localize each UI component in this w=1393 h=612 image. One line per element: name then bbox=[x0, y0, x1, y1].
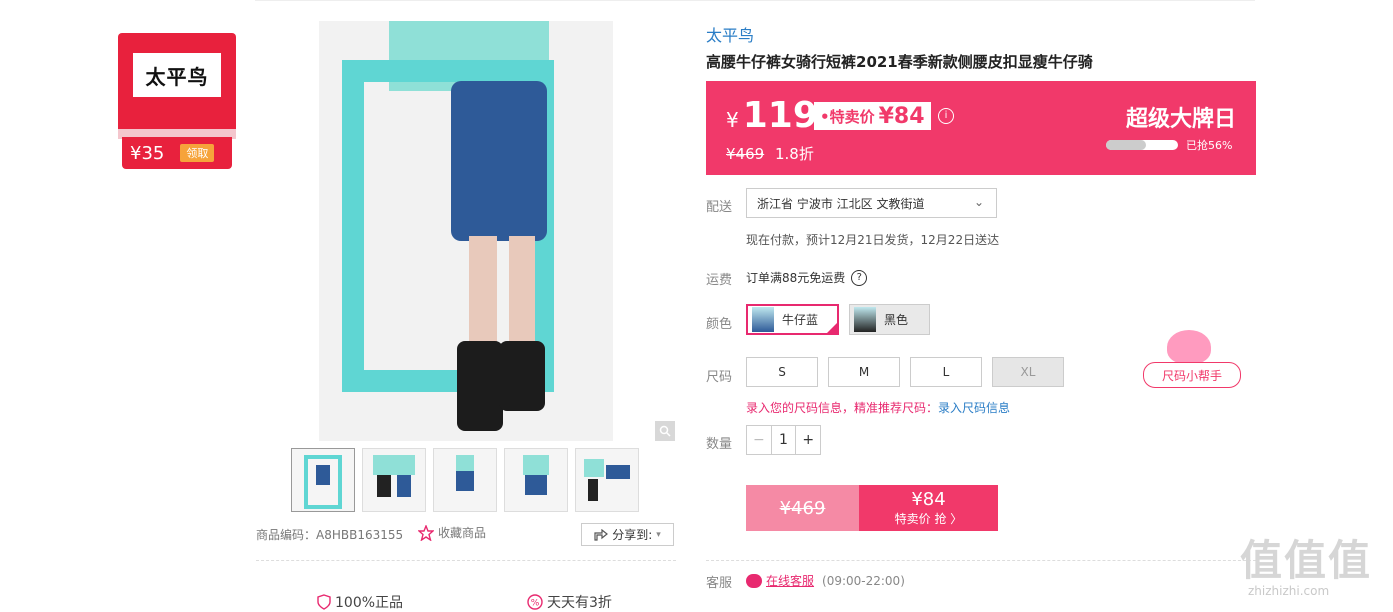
divider bbox=[256, 560, 676, 561]
product-main-image[interactable] bbox=[319, 21, 613, 441]
size-option-l[interactable]: L bbox=[910, 357, 982, 387]
guarantee-discount: % 天天有3折 bbox=[527, 592, 612, 612]
info-icon[interactable]: i bbox=[938, 108, 954, 124]
special-price-label: •特卖价 bbox=[820, 107, 875, 126]
service-hours: (09:00-22:00) bbox=[822, 573, 905, 588]
svg-text:%: % bbox=[531, 599, 540, 609]
color-option-denim-blue[interactable]: 牛仔蓝 ✓ bbox=[746, 304, 849, 335]
coupon-brand-logo: 太平鸟 bbox=[133, 53, 221, 97]
size-helper[interactable]: 尺码小帮手 bbox=[1143, 330, 1241, 388]
product-title: 高腰牛仔裤女骑行短裤2021春季新款侧腰皮扣显瘦牛仔骑 bbox=[706, 53, 1093, 71]
thumbnail-5[interactable] bbox=[575, 448, 639, 512]
thumbnail-strip bbox=[291, 448, 641, 512]
buy-special-price: ¥84 bbox=[911, 489, 946, 510]
star-icon bbox=[418, 524, 434, 541]
thumbnail-4[interactable] bbox=[504, 448, 568, 512]
favorite-label: 收藏商品 bbox=[438, 526, 487, 540]
size-option-m[interactable]: M bbox=[828, 357, 900, 387]
quantity-label: 数量 bbox=[706, 437, 733, 452]
color-swatch bbox=[854, 307, 876, 332]
thumbnail-2[interactable] bbox=[362, 448, 426, 512]
size-option-s[interactable]: S bbox=[746, 357, 818, 387]
watermark-logo: 值值值 bbox=[1240, 536, 1373, 585]
size-helper-label: 尺码小帮手 bbox=[1143, 362, 1241, 388]
guarantee-discount-label: 天天有3折 bbox=[547, 595, 612, 611]
shield-icon bbox=[317, 594, 331, 610]
selected-check-icon: ✓ bbox=[826, 322, 849, 335]
sold-progress-fill bbox=[1106, 140, 1147, 150]
original-price-button[interactable]: ¥469 bbox=[746, 485, 859, 531]
magnifier-icon[interactable] bbox=[655, 421, 675, 441]
quantity-decrease-button[interactable]: − bbox=[747, 426, 772, 454]
original-price-line: ¥469 1.8折 bbox=[726, 143, 814, 164]
chevron-down-icon: ▾ bbox=[656, 529, 661, 540]
current-price: ¥ 119 bbox=[726, 95, 818, 136]
color-swatch bbox=[752, 307, 774, 332]
quantity-stepper: − 1 + bbox=[746, 425, 821, 455]
color-label: 颜色 bbox=[706, 317, 733, 332]
quantity-increase-button[interactable]: + bbox=[795, 426, 820, 454]
buy-special-text: 特卖价 抢 〉 bbox=[894, 512, 963, 526]
favorite-button[interactable]: 收藏商品 bbox=[418, 524, 486, 541]
buy-original-price: ¥469 bbox=[779, 497, 826, 519]
share-icon bbox=[594, 528, 609, 541]
guarantee-authentic-label: 100%正品 bbox=[335, 595, 404, 611]
sold-progress-bar bbox=[1106, 140, 1178, 150]
fee-label: 运费 bbox=[706, 273, 733, 288]
discount-rate: 1.8折 bbox=[774, 145, 814, 163]
thumbnail-1[interactable] bbox=[291, 448, 355, 512]
fee-text: 订单满88元免运费 bbox=[746, 271, 846, 285]
coupon-footer: ¥35 领取 bbox=[122, 137, 232, 169]
guarantee-authentic: 100%正品 bbox=[317, 592, 403, 612]
currency-symbol: ¥ bbox=[726, 108, 739, 132]
shipping-label: 配送 bbox=[706, 200, 733, 215]
coupon-amount: ¥35 bbox=[130, 142, 165, 164]
address-value: 浙江省 宁波市 江北区 文教街道 bbox=[757, 196, 925, 211]
site-watermark: 值值值 zhizhizhi.com bbox=[1240, 527, 1390, 607]
price-banner: ¥ 119 •特卖价 ¥84 i ¥469 1.8折 超级大牌日 已抢56% bbox=[706, 81, 1256, 175]
color-option-label: 牛仔蓝 bbox=[782, 313, 819, 327]
address-select[interactable]: 浙江省 宁波市 江北区 文教街道 ⌄ bbox=[746, 188, 997, 218]
online-service-link[interactable]: 在线客服 bbox=[766, 572, 814, 589]
original-price: ¥469 bbox=[726, 145, 765, 163]
help-icon[interactable]: ? bbox=[851, 269, 868, 286]
percent-icon: % bbox=[527, 594, 543, 610]
color-option-label: 黑色 bbox=[884, 313, 909, 327]
buy-special-button[interactable]: ¥84 特卖价 抢 〉 bbox=[859, 485, 998, 531]
current-price-value: 119 bbox=[742, 95, 818, 136]
coupon-claim-button[interactable]: 领取 bbox=[180, 144, 215, 162]
special-price-tag: •特卖价 ¥84 bbox=[814, 102, 931, 130]
size-hint-text: 录入您的尺码信息，精准推荐尺码： bbox=[746, 401, 939, 415]
share-label: 分享到: bbox=[612, 528, 653, 542]
sold-text: 已抢56% bbox=[1186, 139, 1233, 152]
product-photo bbox=[319, 21, 613, 441]
chat-icon bbox=[746, 573, 762, 588]
size-option-xl: XL bbox=[992, 357, 1064, 387]
top-divider bbox=[255, 0, 1255, 1]
brand-coupon[interactable]: 太平鸟 ¥35 领取 bbox=[118, 33, 236, 169]
sku-code: 商品编码：A8HBB163155 bbox=[256, 528, 404, 542]
delivery-eta: 现在付款，预计12月21日发货，12月22日送达 bbox=[746, 233, 1000, 247]
divider bbox=[706, 560, 1256, 561]
service-label: 客服 bbox=[706, 576, 733, 591]
quantity-value[interactable]: 1 bbox=[772, 426, 796, 454]
chevron-down-icon: ⌄ bbox=[973, 195, 984, 209]
fee-info: 订单满88元免运费 ? bbox=[746, 269, 868, 286]
mascot-icon bbox=[1167, 330, 1211, 364]
brand-link[interactable]: 太平鸟 bbox=[706, 22, 754, 46]
deal-title: 超级大牌日 bbox=[1125, 107, 1236, 132]
customer-service: 在线客服 (09:00-22:00) bbox=[746, 572, 905, 589]
coupon-header: 太平鸟 bbox=[118, 33, 236, 133]
thumbnail-3[interactable] bbox=[433, 448, 497, 512]
size-hint: 录入您的尺码信息，精准推荐尺码：录入尺码信息 bbox=[746, 399, 1010, 416]
special-price-value: ¥84 bbox=[878, 103, 925, 129]
size-info-link[interactable]: 录入尺码信息 bbox=[938, 401, 1010, 415]
size-label: 尺码 bbox=[706, 370, 733, 385]
share-button[interactable]: 分享到: ▾ bbox=[581, 523, 674, 546]
color-option-black[interactable]: 黑色 bbox=[849, 304, 930, 335]
